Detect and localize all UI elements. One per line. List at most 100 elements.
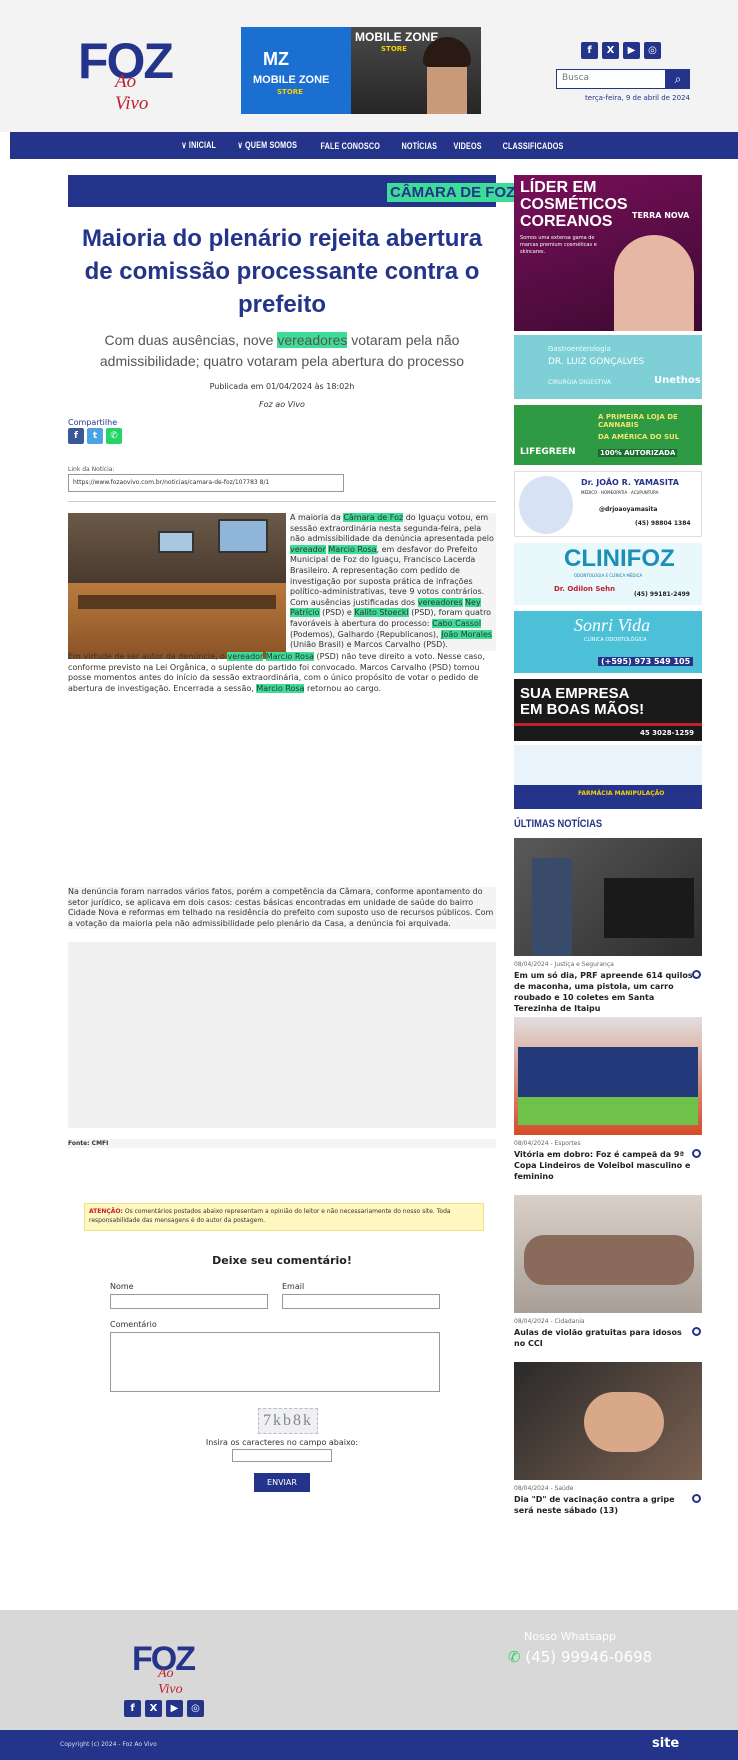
- sidebar-ad-clinifoz[interactable]: CLINIFOZ ODONTOLOGIA E CLÍNICA MÉDICA Dr…: [514, 543, 702, 605]
- article-paragraph-3: Na denúncia foram narrados vários fatos,…: [68, 887, 496, 930]
- site-logo[interactable]: FOZ Ao Vivo: [78, 36, 174, 114]
- x-icon[interactable]: X: [602, 42, 619, 59]
- highlighted-term[interactable]: Marcio Rosa: [265, 652, 315, 661]
- paragraph-text: Em virtude de ser autor da denúncia, o: [68, 652, 228, 661]
- paragraph-text: (Podemos), Galhardo (Republicanos),: [290, 629, 442, 639]
- share-twitter-icon[interactable]: t: [87, 428, 103, 444]
- sidebar-ad-cosmeticos[interactable]: LÍDER EM COSMÉTICOS COREANOS Somos uma e…: [514, 175, 702, 331]
- email-field[interactable]: [282, 1294, 440, 1309]
- news-meta-3: 08/04/2024 - Cidadania: [514, 1318, 585, 1325]
- paragraph-text: retornou ao cargo.: [304, 683, 381, 693]
- news-thumb-1[interactable]: [514, 838, 702, 956]
- ad-line1: Gastroenterologia: [548, 345, 611, 353]
- header-social-links: f X ▶ ◎: [581, 42, 661, 59]
- thumb-group: [524, 1235, 694, 1285]
- whatsapp-number[interactable]: ✆ (45) 99946-0698: [508, 1648, 652, 1666]
- paragraph-text: (PSD) e: [319, 608, 355, 618]
- highlighted-term[interactable]: Câmara de Foz: [343, 513, 404, 522]
- highlighted-term[interactable]: Cabo Cassol: [432, 618, 482, 628]
- article-paragraph-2: Em virtude de ser autor da denúncia, o v…: [68, 652, 496, 732]
- share-whatsapp-icon[interactable]: ✆: [106, 428, 122, 444]
- nav-item-classificados[interactable]: CLASSIFICADOS: [502, 141, 563, 151]
- ad-text: Somos uma extensa gama de marcas premium…: [520, 235, 597, 255]
- ad-line1: A PRIMEIRA LOJA DE CANNABIS: [598, 413, 678, 429]
- nav-item-quem-somos[interactable]: ∨ QUEM SOMOS: [237, 140, 297, 151]
- ad-brand: Sonri Vida: [574, 615, 651, 635]
- article-source: Fonte: CMFI: [68, 1139, 496, 1148]
- footer-social-links: f X ▶ ◎: [124, 1700, 204, 1717]
- nav-item-fale-conosco[interactable]: FALE CONOSCO: [321, 141, 381, 151]
- banner-store-sign-sub: STORE: [381, 45, 407, 53]
- sidebar-ad-farmacia[interactable]: FARMÁCIA MANIPULAÇÃO: [514, 745, 702, 809]
- article-paragraph-1: A maioria da Câmara de Foz do Iguaçu vot…: [290, 513, 496, 651]
- highlighted-term[interactable]: Marcio Rosa: [256, 683, 305, 693]
- thumb-team: [518, 1047, 698, 1097]
- ad-phone: (+595) 973 549 105: [598, 657, 694, 666]
- sidebar-ad-empresa[interactable]: SUA EMPRESA EM BOAS MÃOS! 45 3028-1259: [514, 679, 702, 741]
- ad-sub: ODONTOLOGIA E CLÍNICA MÉDICA: [574, 573, 643, 578]
- header-banner-ad[interactable]: MZ MOBILE ZONE STORE MOBILE ZONE STORE: [241, 27, 481, 114]
- share-facebook-icon[interactable]: f: [68, 428, 84, 444]
- sidebar-ad-yamasita[interactable]: Dr. JOÃO R. YAMASITA MÉDICO · HOMEOPATIA…: [514, 471, 702, 537]
- news-thumb-3[interactable]: [514, 1195, 702, 1313]
- embedded-ad-placeholder: [68, 942, 496, 1128]
- email-label: Email: [282, 1282, 305, 1291]
- x-icon[interactable]: X: [145, 1700, 162, 1717]
- news-thumb-2[interactable]: [514, 1017, 702, 1135]
- youtube-icon[interactable]: ▶: [623, 42, 640, 59]
- article-author: Foz ao Vivo: [259, 400, 305, 409]
- news-title-2[interactable]: Vitória em dobro: Foz é campeã da 9ª Cop…: [514, 1149, 694, 1182]
- article-photo[interactable]: [68, 513, 286, 659]
- sidebar-ad-sonrivida[interactable]: Sonri Vida CLÍNICA ODONTOLÓGICA (+595) 9…: [514, 611, 702, 673]
- paragraph-text: A maioria da: [290, 513, 344, 522]
- comment-textarea[interactable]: [110, 1332, 440, 1392]
- photo-screen: [218, 519, 268, 553]
- developer-logo[interactable]: site: [652, 1736, 679, 1751]
- news-title-4[interactable]: Dia "D" de vacinação contra a gripe será…: [514, 1494, 694, 1516]
- subtitle-text: Com duas ausências, nove: [104, 332, 278, 348]
- highlighted-term[interactable]: Marcio Rosa: [328, 544, 377, 554]
- name-field[interactable]: [110, 1294, 268, 1309]
- highlighted-term[interactable]: João Morales: [441, 629, 493, 639]
- news-title-3[interactable]: Aulas de violão gratuitas para idosos no…: [514, 1327, 694, 1349]
- facebook-icon[interactable]: f: [124, 1700, 141, 1717]
- current-date: terça-feira, 9 de abril de 2024: [585, 94, 690, 102]
- comment-label: Comentário: [110, 1320, 157, 1329]
- banner-store-sign: MOBILE ZONE: [355, 30, 439, 44]
- ad-model: [614, 235, 694, 331]
- warning-text: Os comentários postados abaixo represent…: [89, 1208, 451, 1224]
- sidebar-ad-gastro[interactable]: Gastroenterologia DR. LUIZ GONÇALVES CIR…: [514, 335, 702, 399]
- news-arrow-icon[interactable]: [692, 1327, 701, 1336]
- highlighted-term[interactable]: vereador: [290, 544, 326, 554]
- comment-form-title: Deixe seu comentário!: [212, 1254, 352, 1267]
- instagram-icon[interactable]: ◎: [644, 42, 661, 59]
- news-arrow-icon[interactable]: [692, 1494, 701, 1503]
- news-arrow-icon[interactable]: [692, 970, 701, 979]
- footer-logo[interactable]: FOZ Ao Vivo: [132, 1642, 196, 1697]
- captcha-input[interactable]: [232, 1449, 332, 1462]
- highlighted-term[interactable]: vereadores: [417, 597, 463, 607]
- instagram-icon[interactable]: ◎: [187, 1700, 204, 1717]
- nav-item-inicial[interactable]: ∨ INICIAL: [182, 140, 217, 151]
- news-title-1[interactable]: Em um só dia, PRF apreende 614 quilos de…: [514, 970, 694, 1014]
- ad-line2: EM BOAS MÃOS!: [520, 701, 645, 718]
- news-thumb-4[interactable]: [514, 1362, 702, 1480]
- facebook-icon[interactable]: f: [581, 42, 598, 59]
- submit-button[interactable]: ENVIAR: [254, 1473, 310, 1492]
- whatsapp-number-text: (45) 99946-0698: [525, 1648, 653, 1666]
- news-link-field[interactable]: https://www.fozaovivo.com.br/noticias/ca…: [68, 474, 344, 492]
- category-tag[interactable]: CÂMARA DE FOZ: [387, 183, 519, 202]
- highlighted-term[interactable]: Kalito Stoeckl: [354, 608, 409, 618]
- nav-item-noticias[interactable]: NOTÍCIAS: [401, 141, 437, 151]
- nav-item-videos[interactable]: VIDEOS: [454, 141, 482, 151]
- subtitle-highlight[interactable]: vereadores: [277, 332, 348, 348]
- article-subtitle: Com duas ausências, nove vereadores vota…: [68, 330, 496, 372]
- youtube-icon[interactable]: ▶: [166, 1700, 183, 1717]
- search-button[interactable]: ⌕: [666, 69, 690, 89]
- search-input[interactable]: Busca: [556, 69, 666, 89]
- highlighted-term[interactable]: vereador: [227, 652, 264, 661]
- news-arrow-icon[interactable]: [692, 1149, 701, 1158]
- ad-spec: MÉDICO · HOMEOPATIA · ACUPUNTURA: [581, 490, 659, 495]
- sidebar-ad-lifegreen[interactable]: LIFEGREEN A PRIMEIRA LOJA DE CANNABIS DA…: [514, 405, 702, 465]
- site-footer: FOZ Ao Vivo f X ▶ ◎ Nosso Whatsapp ✆ (45…: [0, 1610, 738, 1730]
